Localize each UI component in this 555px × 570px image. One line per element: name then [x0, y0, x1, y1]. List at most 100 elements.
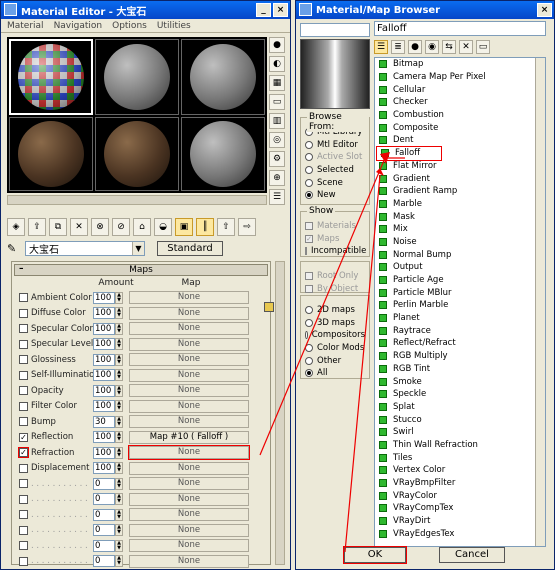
- map-list-item[interactable]: Particle Age: [375, 274, 545, 287]
- amount-field[interactable]: 100: [93, 400, 115, 413]
- show-checkbox[interactable]: ✓: [305, 234, 313, 243]
- menu-material[interactable]: Material: [7, 21, 44, 31]
- browser-titlebar[interactable]: Material/Map Browser ×: [296, 1, 554, 19]
- spinner-arrows[interactable]: ▲ ▼: [115, 400, 123, 413]
- map-list-item[interactable]: Flat Mirror: [375, 160, 545, 173]
- radio-button[interactable]: [305, 153, 313, 162]
- reset-icon[interactable]: ✕: [70, 218, 88, 236]
- eyedropper-icon[interactable]: ✎: [7, 242, 21, 255]
- material-editor-titlebar[interactable]: Material Editor - 大宝石 _ ×: [1, 1, 290, 19]
- menu-navigation[interactable]: Navigation: [54, 21, 103, 31]
- map-list-item[interactable]: Gradient Ramp: [375, 185, 545, 198]
- amount-field[interactable]: 0: [93, 524, 115, 537]
- material-navigator-icon[interactable]: ☰: [269, 189, 285, 205]
- material-effects-channel-icon[interactable]: ◒: [154, 218, 172, 236]
- map-enable-checkbox[interactable]: [19, 510, 28, 520]
- clear-library-icon[interactable]: ▭: [476, 40, 490, 54]
- browse-from-option[interactable]: Scene: [305, 176, 365, 189]
- lock-icon[interactable]: [264, 302, 274, 312]
- amount-field[interactable]: 0: [93, 477, 115, 490]
- video-color-icon[interactable]: ▥: [269, 113, 285, 129]
- spinner-arrows[interactable]: ▲ ▼: [115, 462, 123, 475]
- map-button[interactable]: None: [129, 306, 249, 320]
- map-list-item[interactable]: Output: [375, 261, 545, 274]
- map-enable-checkbox[interactable]: [19, 556, 28, 566]
- view-small-icons-icon[interactable]: ●: [408, 40, 422, 54]
- map-list-scrollbar[interactable]: [535, 58, 545, 546]
- go-forward-sibling-icon[interactable]: ⇨: [238, 218, 256, 236]
- show-end-result-icon[interactable]: ║: [196, 218, 214, 236]
- map-list-item[interactable]: Mask: [375, 210, 545, 223]
- amount-field[interactable]: 100: [93, 431, 115, 444]
- put-to-scene-icon[interactable]: ⇪: [28, 218, 46, 236]
- backlight-icon[interactable]: ◐: [269, 56, 285, 72]
- map-list-item[interactable]: Bitmap: [375, 58, 545, 71]
- spinner-arrows[interactable]: ▲ ▼: [115, 431, 123, 444]
- map-list-item[interactable]: VRayColor: [375, 489, 545, 502]
- map-button[interactable]: None: [129, 337, 249, 351]
- show-option[interactable]: ✓ Maps: [305, 233, 365, 246]
- amount-field[interactable]: 30: [93, 415, 115, 428]
- map-enable-checkbox[interactable]: [19, 494, 28, 504]
- delete-icon[interactable]: ✕: [459, 40, 473, 54]
- make-preview-icon[interactable]: ◎: [269, 132, 285, 148]
- chevron-down-icon[interactable]: ▼: [132, 241, 144, 255]
- map-button[interactable]: None: [128, 445, 250, 461]
- spinner-arrows[interactable]: ▲ ▼: [115, 524, 123, 537]
- sample-slot[interactable]: [181, 117, 265, 191]
- map-button[interactable]: None: [129, 415, 249, 429]
- radio-button[interactable]: [305, 140, 313, 149]
- show-map-icon[interactable]: ▣: [175, 218, 193, 236]
- spinner-arrows[interactable]: ▲ ▼: [115, 508, 123, 521]
- map-enable-checkbox[interactable]: [19, 355, 28, 365]
- map-enable-checkbox[interactable]: ✓: [19, 432, 28, 442]
- sample-slot[interactable]: [9, 39, 93, 115]
- map-button[interactable]: None: [129, 539, 249, 553]
- material-name-field[interactable]: 大宝石 ▼: [25, 240, 145, 256]
- map-list-item[interactable]: Composite: [375, 121, 545, 134]
- maps-rollout-header[interactable]: – Maps: [14, 264, 268, 276]
- browse-from-option[interactable]: Selected: [305, 164, 365, 177]
- amount-field[interactable]: 100: [93, 446, 115, 459]
- copy-material-icon[interactable]: ⊗: [91, 218, 109, 236]
- spinner-arrows[interactable]: ▲ ▼: [115, 493, 123, 506]
- map-enable-checkbox[interactable]: [19, 370, 28, 380]
- map-enable-checkbox[interactable]: [19, 525, 28, 535]
- map-list-item[interactable]: VRayEdgesTex: [375, 527, 545, 540]
- sample-slot[interactable]: [95, 117, 179, 191]
- menu-options[interactable]: Options: [112, 21, 147, 31]
- map-enable-checkbox[interactable]: [19, 386, 28, 396]
- map-list-item[interactable]: Marble: [375, 198, 545, 211]
- radio-button[interactable]: [305, 356, 313, 365]
- map-list-item[interactable]: Perlin Marble: [375, 299, 545, 312]
- show-checkbox[interactable]: [305, 222, 313, 231]
- map-type-option[interactable]: Color Mods: [305, 342, 365, 355]
- slots-scrollbar[interactable]: [7, 195, 267, 205]
- map-list-item[interactable]: Tiles: [375, 451, 545, 464]
- show-checkbox[interactable]: [305, 284, 313, 293]
- map-list-item[interactable]: Reflect/Refract: [375, 337, 545, 350]
- spinner-arrows[interactable]: ▲ ▼: [115, 353, 123, 366]
- map-enable-checkbox[interactable]: ✓: [18, 447, 29, 459]
- radio-button[interactable]: [305, 369, 313, 378]
- sample-slot[interactable]: [9, 117, 93, 191]
- map-button[interactable]: None: [129, 523, 249, 537]
- cancel-button[interactable]: Cancel: [439, 547, 505, 563]
- get-material-icon[interactable]: ◈: [7, 218, 25, 236]
- sample-slot[interactable]: [95, 39, 179, 115]
- map-enable-checkbox[interactable]: [19, 308, 28, 318]
- spinner-arrows[interactable]: ▲ ▼: [115, 446, 123, 459]
- map-name-field[interactable]: Falloff: [374, 21, 546, 36]
- show-option[interactable]: Root Only: [305, 270, 365, 283]
- spinner-arrows[interactable]: ▲ ▼: [115, 555, 123, 568]
- map-button[interactable]: None: [129, 384, 249, 398]
- update-scene-icon[interactable]: ⇆: [442, 40, 456, 54]
- amount-field[interactable]: 100: [93, 384, 115, 397]
- map-enable-checkbox[interactable]: [19, 463, 28, 473]
- radio-button[interactable]: [305, 306, 313, 315]
- sample-slot[interactable]: [181, 39, 265, 115]
- map-list-item[interactable]: RGB Tint: [375, 363, 545, 376]
- map-list-item[interactable]: Falloff: [376, 145, 442, 161]
- spinner-arrows[interactable]: ▲ ▼: [115, 307, 123, 320]
- browse-from-option[interactable]: Mtl Editor: [305, 139, 365, 152]
